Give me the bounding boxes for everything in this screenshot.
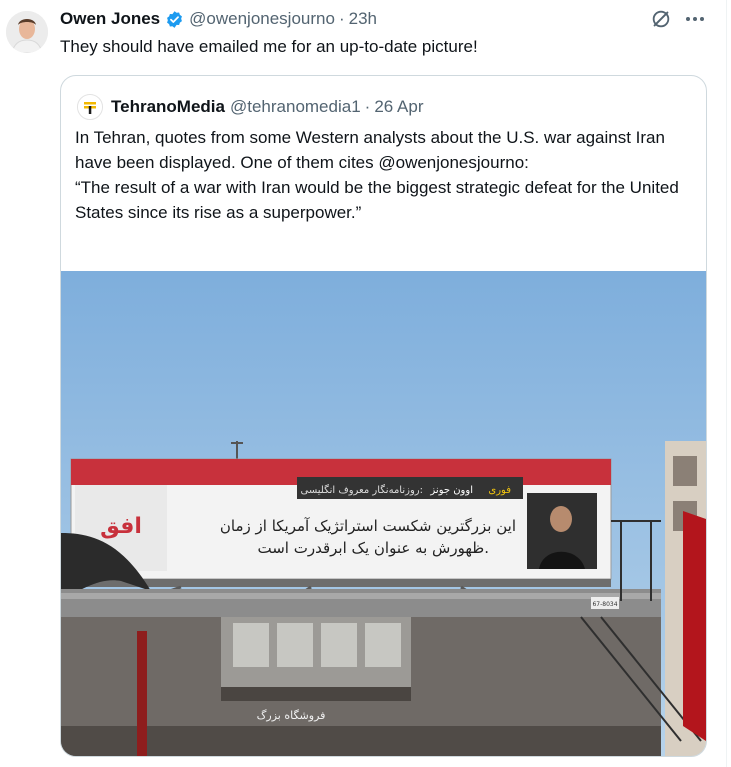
more-icon[interactable] [684,9,706,29]
quoted-date[interactable]: 26 Apr [374,97,423,117]
quoted-tweet[interactable]: TehranoMedia @tehranomedia1 · 26 Apr In … [60,75,707,757]
author-name[interactable]: Owen Jones [60,9,160,29]
verified-badge-icon [165,10,184,29]
billboard: افق فوری اوون جونز روزنامه‌نگار معروف ان… [70,458,612,580]
tweet-text: They should have emailed me for an up-to… [60,37,478,56]
quoted-author-handle[interactable]: @tehranomedia1 [230,97,361,117]
separator-dot: · [338,9,345,28]
quoted-text-paragraph: In Tehran, quotes from some Western anal… [75,128,665,172]
tweet-header: Owen Jones @owenjonesjourno · 23h [60,8,377,30]
timeline-border [726,0,727,767]
quoted-author-name[interactable]: TehranoMedia [111,97,225,117]
billboard-quote-line: ظهورش به عنوان یک ابرقدرت است. [258,539,490,557]
red-flag [683,511,706,741]
timestamp[interactable]: 23h [349,9,377,29]
quoted-avatar [77,94,103,120]
shop-sign: فروشگاه بزرگ [257,709,326,722]
separator-dot: · [364,97,371,116]
billboard-headline-name: اوون جونز [429,485,473,496]
billboard-logo: افق [100,514,142,539]
author-handle[interactable]: @owenjonesjourno [189,9,335,29]
billboard-headline-red: فوری [488,485,511,496]
quoted-text-paragraph: “The result of a war with Iran would be … [75,178,679,222]
quoted-text: In Tehran, quotes from some Western anal… [75,125,690,225]
media-photo[interactable]: افق فوری اوون جونز روزنامه‌نگار معروف ان… [61,271,706,756]
billboard-headline-rest: روزنامه‌نگار معروف انگلیسی: [300,484,423,496]
quoted-header: TehranoMedia @tehranomedia1 · 26 Apr [77,94,423,120]
avatar[interactable] [6,11,48,53]
billboard-quote-line: این بزرگترین شکست استراتژیک آمریکا از زم… [220,517,516,535]
grok-icon[interactable] [650,8,672,30]
plate-text: 67-8034 [592,601,617,608]
